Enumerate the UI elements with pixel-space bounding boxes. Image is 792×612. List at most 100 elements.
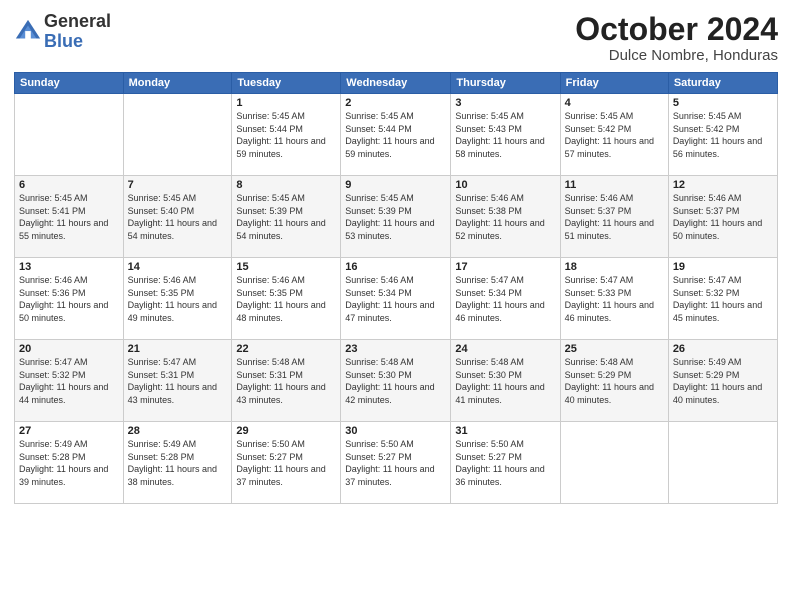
day-info: Sunrise: 5:46 AMSunset: 5:36 PMDaylight:… — [19, 275, 108, 323]
table-row: 1 Sunrise: 5:45 AMSunset: 5:44 PMDayligh… — [232, 94, 341, 176]
table-row: 3 Sunrise: 5:45 AMSunset: 5:43 PMDayligh… — [451, 94, 560, 176]
day-info: Sunrise: 5:46 AMSunset: 5:34 PMDaylight:… — [345, 275, 434, 323]
table-row: 19 Sunrise: 5:47 AMSunset: 5:32 PMDaylig… — [668, 258, 777, 340]
header-saturday: Saturday — [668, 73, 777, 94]
day-number: 3 — [455, 97, 555, 109]
day-number: 29 — [236, 425, 336, 437]
day-info: Sunrise: 5:47 AMSunset: 5:33 PMDaylight:… — [565, 275, 654, 323]
day-info: Sunrise: 5:48 AMSunset: 5:30 PMDaylight:… — [455, 357, 544, 405]
day-info: Sunrise: 5:47 AMSunset: 5:32 PMDaylight:… — [673, 275, 762, 323]
week-row-1: 6 Sunrise: 5:45 AMSunset: 5:41 PMDayligh… — [15, 176, 778, 258]
day-info: Sunrise: 5:47 AMSunset: 5:34 PMDaylight:… — [455, 275, 544, 323]
table-row — [560, 422, 668, 504]
day-number: 22 — [236, 343, 336, 355]
day-number: 25 — [565, 343, 664, 355]
logo-icon — [14, 18, 42, 46]
table-row: 27 Sunrise: 5:49 AMSunset: 5:28 PMDaylig… — [15, 422, 124, 504]
week-row-3: 20 Sunrise: 5:47 AMSunset: 5:32 PMDaylig… — [15, 340, 778, 422]
table-row: 6 Sunrise: 5:45 AMSunset: 5:41 PMDayligh… — [15, 176, 124, 258]
table-row: 12 Sunrise: 5:46 AMSunset: 5:37 PMDaylig… — [668, 176, 777, 258]
day-number: 7 — [128, 179, 228, 191]
day-number: 9 — [345, 179, 446, 191]
header-tuesday: Tuesday — [232, 73, 341, 94]
week-row-2: 13 Sunrise: 5:46 AMSunset: 5:36 PMDaylig… — [15, 258, 778, 340]
day-info: Sunrise: 5:45 AMSunset: 5:43 PMDaylight:… — [455, 111, 544, 159]
table-row: 24 Sunrise: 5:48 AMSunset: 5:30 PMDaylig… — [451, 340, 560, 422]
table-row — [123, 94, 232, 176]
header-friday: Friday — [560, 73, 668, 94]
day-number: 21 — [128, 343, 228, 355]
day-number: 11 — [565, 179, 664, 191]
table-row: 2 Sunrise: 5:45 AMSunset: 5:44 PMDayligh… — [341, 94, 451, 176]
table-row: 5 Sunrise: 5:45 AMSunset: 5:42 PMDayligh… — [668, 94, 777, 176]
title-area: October 2024 Dulce Nombre, Honduras — [575, 12, 778, 64]
table-row: 22 Sunrise: 5:48 AMSunset: 5:31 PMDaylig… — [232, 340, 341, 422]
day-info: Sunrise: 5:49 AMSunset: 5:28 PMDaylight:… — [128, 439, 217, 487]
table-row — [668, 422, 777, 504]
logo-blue-text: Blue — [44, 32, 111, 52]
day-info: Sunrise: 5:49 AMSunset: 5:28 PMDaylight:… — [19, 439, 108, 487]
day-info: Sunrise: 5:45 AMSunset: 5:42 PMDaylight:… — [565, 111, 654, 159]
day-number: 5 — [673, 97, 773, 109]
table-row: 10 Sunrise: 5:46 AMSunset: 5:38 PMDaylig… — [451, 176, 560, 258]
table-row: 31 Sunrise: 5:50 AMSunset: 5:27 PMDaylig… — [451, 422, 560, 504]
table-row — [15, 94, 124, 176]
header-sunday: Sunday — [15, 73, 124, 94]
table-row: 18 Sunrise: 5:47 AMSunset: 5:33 PMDaylig… — [560, 258, 668, 340]
day-number: 14 — [128, 261, 228, 273]
location-subtitle: Dulce Nombre, Honduras — [575, 47, 778, 64]
table-row: 29 Sunrise: 5:50 AMSunset: 5:27 PMDaylig… — [232, 422, 341, 504]
day-info: Sunrise: 5:49 AMSunset: 5:29 PMDaylight:… — [673, 357, 762, 405]
day-number: 10 — [455, 179, 555, 191]
day-info: Sunrise: 5:50 AMSunset: 5:27 PMDaylight:… — [345, 439, 434, 487]
day-number: 24 — [455, 343, 555, 355]
day-number: 18 — [565, 261, 664, 273]
day-info: Sunrise: 5:48 AMSunset: 5:30 PMDaylight:… — [345, 357, 434, 405]
day-info: Sunrise: 5:48 AMSunset: 5:29 PMDaylight:… — [565, 357, 654, 405]
day-number: 19 — [673, 261, 773, 273]
day-info: Sunrise: 5:45 AMSunset: 5:41 PMDaylight:… — [19, 193, 108, 241]
table-row: 11 Sunrise: 5:46 AMSunset: 5:37 PMDaylig… — [560, 176, 668, 258]
day-info: Sunrise: 5:45 AMSunset: 5:44 PMDaylight:… — [345, 111, 434, 159]
day-number: 8 — [236, 179, 336, 191]
table-row: 23 Sunrise: 5:48 AMSunset: 5:30 PMDaylig… — [341, 340, 451, 422]
month-title: October 2024 — [575, 12, 778, 47]
day-number: 15 — [236, 261, 336, 273]
table-row: 9 Sunrise: 5:45 AMSunset: 5:39 PMDayligh… — [341, 176, 451, 258]
table-row: 8 Sunrise: 5:45 AMSunset: 5:39 PMDayligh… — [232, 176, 341, 258]
table-row: 16 Sunrise: 5:46 AMSunset: 5:34 PMDaylig… — [341, 258, 451, 340]
logo: General Blue — [14, 12, 111, 52]
table-row: 4 Sunrise: 5:45 AMSunset: 5:42 PMDayligh… — [560, 94, 668, 176]
logo-text: General Blue — [44, 12, 111, 52]
header-wednesday: Wednesday — [341, 73, 451, 94]
table-row: 28 Sunrise: 5:49 AMSunset: 5:28 PMDaylig… — [123, 422, 232, 504]
day-number: 2 — [345, 97, 446, 109]
day-info: Sunrise: 5:45 AMSunset: 5:39 PMDaylight:… — [345, 193, 434, 241]
day-info: Sunrise: 5:45 AMSunset: 5:42 PMDaylight:… — [673, 111, 762, 159]
calendar-table: Sunday Monday Tuesday Wednesday Thursday… — [14, 72, 778, 504]
day-info: Sunrise: 5:45 AMSunset: 5:39 PMDaylight:… — [236, 193, 325, 241]
day-number: 28 — [128, 425, 228, 437]
table-row: 20 Sunrise: 5:47 AMSunset: 5:32 PMDaylig… — [15, 340, 124, 422]
day-info: Sunrise: 5:46 AMSunset: 5:38 PMDaylight:… — [455, 193, 544, 241]
day-number: 16 — [345, 261, 446, 273]
day-number: 1 — [236, 97, 336, 109]
table-row: 14 Sunrise: 5:46 AMSunset: 5:35 PMDaylig… — [123, 258, 232, 340]
day-number: 31 — [455, 425, 555, 437]
day-number: 20 — [19, 343, 119, 355]
table-row: 17 Sunrise: 5:47 AMSunset: 5:34 PMDaylig… — [451, 258, 560, 340]
header: General Blue October 2024 Dulce Nombre, … — [14, 12, 778, 64]
logo-general-text: General — [44, 12, 111, 32]
page: General Blue October 2024 Dulce Nombre, … — [0, 0, 792, 612]
day-info: Sunrise: 5:47 AMSunset: 5:32 PMDaylight:… — [19, 357, 108, 405]
day-info: Sunrise: 5:46 AMSunset: 5:35 PMDaylight:… — [128, 275, 217, 323]
day-info: Sunrise: 5:50 AMSunset: 5:27 PMDaylight:… — [455, 439, 544, 487]
day-number: 23 — [345, 343, 446, 355]
day-number: 17 — [455, 261, 555, 273]
week-row-0: 1 Sunrise: 5:45 AMSunset: 5:44 PMDayligh… — [15, 94, 778, 176]
day-info: Sunrise: 5:46 AMSunset: 5:37 PMDaylight:… — [565, 193, 654, 241]
day-number: 27 — [19, 425, 119, 437]
header-thursday: Thursday — [451, 73, 560, 94]
table-row: 13 Sunrise: 5:46 AMSunset: 5:36 PMDaylig… — [15, 258, 124, 340]
day-info: Sunrise: 5:47 AMSunset: 5:31 PMDaylight:… — [128, 357, 217, 405]
